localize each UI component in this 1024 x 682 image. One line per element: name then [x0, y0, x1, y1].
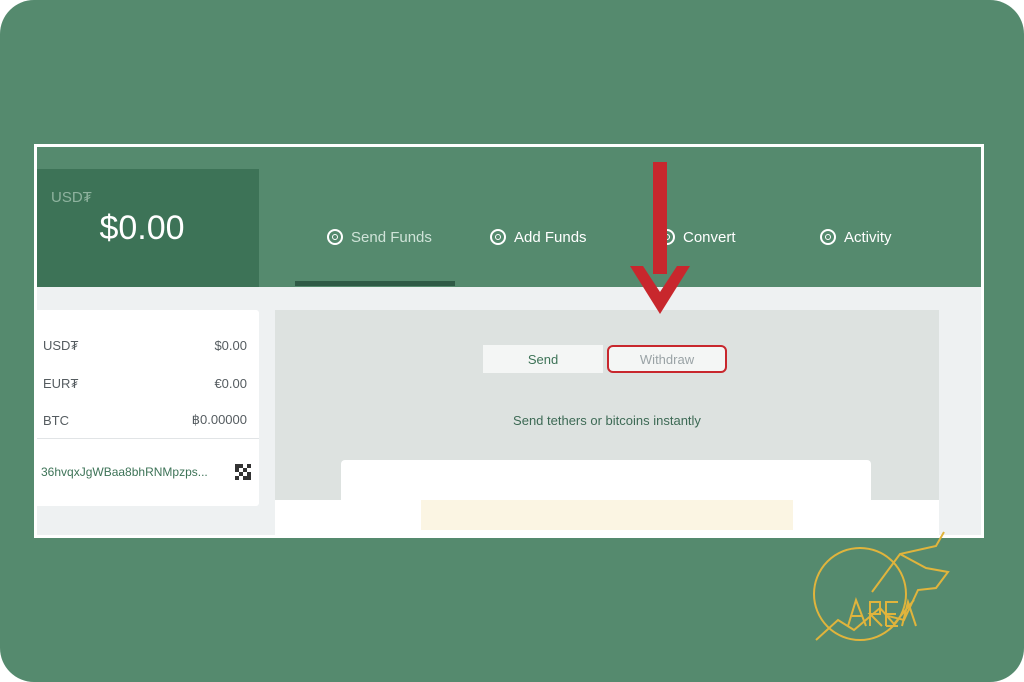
balance-amount: $0.00 — [99, 209, 185, 247]
top-bar: USD₮ $0.00 Send Funds Add Funds Convert — [37, 147, 981, 287]
wallet-value: ฿0.00000 — [191, 412, 247, 427]
screenshot-frame: USD₮ $0.00 Send Funds Add Funds Convert — [34, 144, 984, 538]
active-tab-indicator — [295, 281, 455, 286]
send-subtitle: Send tethers or bitcoins instantly — [513, 413, 701, 428]
tab-activity[interactable]: Activity — [820, 225, 892, 249]
bull-logo-icon — [813, 531, 950, 641]
wallet-name: BTC — [43, 412, 69, 428]
background-card: USD₮ $0.00 Send Funds Add Funds Convert — [0, 0, 1024, 682]
notice-bar — [421, 500, 793, 530]
wallet-value: $0.00 — [214, 337, 247, 353]
tab-activity-label: Activity — [844, 228, 892, 246]
wallet-row-btc[interactable]: BTC ฿0.00000 — [43, 410, 247, 430]
wallet-app: USD₮ $0.00 Send Funds Add Funds Convert — [37, 147, 981, 535]
wallet-balances-panel: USD₮ $0.00 EUR₮ €0.00 BTC ฿0.00000 36hvq… — [37, 310, 259, 506]
wallet-divider — [37, 438, 259, 439]
deposit-address-row[interactable]: 36hvqxJgWBaa8bhRNMpzps... — [41, 462, 251, 482]
red-arrow-annotation — [630, 162, 690, 314]
send-funds-icon — [327, 229, 343, 245]
balance-box: USD₮ $0.00 — [37, 169, 259, 287]
tab-send-funds[interactable]: Send Funds — [327, 225, 432, 249]
wallet-row-usdt[interactable]: USD₮ $0.00 — [43, 335, 247, 355]
withdraw-toggle-button[interactable]: Withdraw — [607, 345, 727, 373]
wallet-value: €0.00 — [214, 375, 247, 391]
tab-add-funds[interactable]: Add Funds — [490, 225, 587, 249]
tab-send-funds-label: Send Funds — [351, 228, 432, 246]
balance-currency: USD₮ — [51, 189, 92, 206]
wallet-name: USD₮ — [43, 337, 79, 353]
deposit-address[interactable]: 36hvqxJgWBaa8bhRNMpzps... — [41, 465, 208, 479]
send-toggle-button[interactable]: Send — [483, 345, 603, 373]
wallet-row-eurt[interactable]: EUR₮ €0.00 — [43, 373, 247, 393]
tab-add-funds-label: Add Funds — [514, 228, 587, 246]
activity-icon — [820, 229, 836, 245]
qr-code-icon[interactable] — [235, 464, 251, 480]
add-funds-icon — [490, 229, 506, 245]
send-funds-panel: Send Withdraw Send tethers or bitcoins i… — [275, 310, 939, 535]
wallet-name: EUR₮ — [43, 375, 79, 391]
